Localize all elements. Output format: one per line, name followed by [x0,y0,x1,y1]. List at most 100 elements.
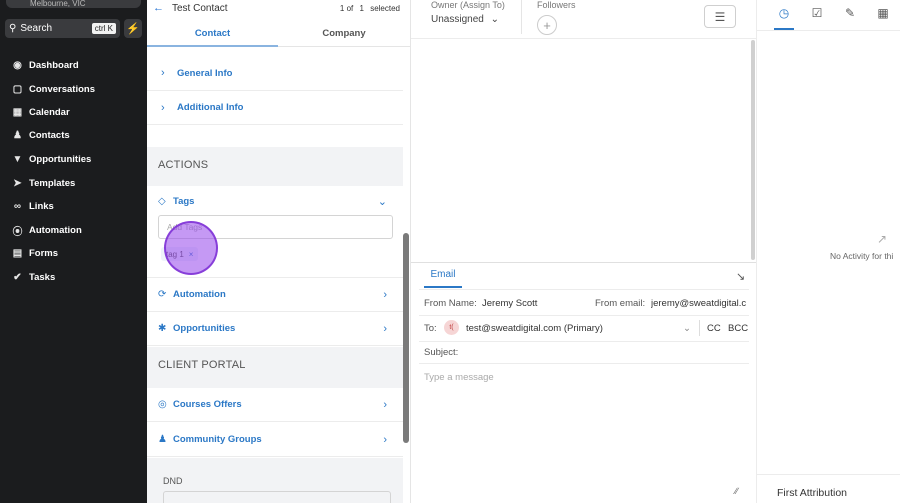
chevron-down-icon: ⌄ [377,195,387,208]
divider [419,363,749,364]
tags-section[interactable]: ◇ Tags ⌄ [147,186,403,216]
pen-icon[interactable]: ✎ [841,6,859,24]
add-follower-button[interactable]: + [537,15,557,35]
from-email-value: jeremy@sweatdigital.c [651,298,747,309]
pager-total: 1 [359,3,364,13]
section-additional-info[interactable]: › Additional Info [147,91,403,125]
dnd-select[interactable] [163,491,391,503]
portal-courses-offers[interactable]: ◎ Courses Offers › [147,388,403,422]
subject-label: Subject: [424,347,459,358]
sidebar-item-automation[interactable]: ⦿ Automation [12,222,82,238]
search-label: Search [20,23,53,34]
action-label: Automation [173,289,226,300]
sidebar-item-label: Contacts [29,129,70,141]
quick-action-button[interactable]: ⚡ [124,19,142,38]
calendar-icon: ▦ [12,106,23,118]
pager-of: of [346,3,354,13]
sidebar-item-label: Automation [29,224,82,236]
sidebar-item-tasks[interactable]: ✔ Tasks [12,269,55,285]
person-icon: ♟ [13,129,22,141]
funnel-icon: ▼ [12,153,23,165]
chevron-right-icon: › [383,322,387,335]
from-name-label: From Name: [424,298,477,309]
first-attribution-heading[interactable]: First Attribution [777,487,847,499]
form-icon: ▤ [12,247,23,259]
tab-company[interactable]: Company [278,22,410,47]
contact-panel-scrollbar[interactable] [403,233,409,443]
resize-handle-icon[interactable]: ∕∕ [735,486,738,496]
bcc-button[interactable]: BCC [728,323,748,334]
courses-icon: ◎ [158,399,167,410]
chevron-right-icon: › [383,288,387,301]
divider [699,320,700,336]
conversation-panel: Owner (Assign To) Unassigned ⌄ Followers… [410,0,756,503]
pager-current: 1 [339,3,345,13]
action-opportunities[interactable]: ✱ Opportunities › [147,312,403,346]
sidebar-item-calendar[interactable]: ▦ Calendar [12,104,70,120]
automation-icon: ⦿ [12,226,23,238]
chevron-right-icon: › [383,398,387,411]
location-switcher[interactable]: Melbourne, VIC [6,0,141,8]
tab-email[interactable]: Email [424,264,462,288]
close-icon[interactable]: × [189,250,194,259]
opportunities-icon: ✱ [158,323,167,334]
from-email-label: From email: [595,298,646,309]
filter-icon: ☰ [714,9,726,24]
dashboard-icon: ◉ [13,59,22,71]
send-icon: ➤ [13,177,22,189]
composer-divider [411,262,756,263]
check-circle-icon: ✔ [13,271,22,283]
sidebar-item-label: Tasks [29,271,56,283]
portal-label: Community Groups [173,434,262,445]
sidebar-item-dashboard[interactable]: ◉ Dashboard [12,57,79,73]
tags-input[interactable]: Add Tags [158,215,393,239]
clock-icon[interactable]: ◷ [775,6,793,24]
owner-select[interactable]: Unassigned ⌄ [431,14,499,25]
divider [419,315,749,316]
contact-details-panel: ← Test Contact 1 of 1 selected Contact C… [147,0,410,503]
sidebar-item-forms[interactable]: ▤ Forms [12,245,58,261]
chevron-down-icon[interactable]: ⌄ [683,323,691,334]
conversation-scrollbar[interactable] [751,40,755,260]
sidebar-item-opportunities[interactable]: ▼ Opportunities [12,151,92,167]
sidebar-item-conversations[interactable]: ▢ Conversations [12,81,95,97]
collapse-icon[interactable]: ↘ [736,270,745,283]
divider [757,474,900,475]
actions-header: ACTIONS [147,147,403,186]
sidebar-item-label: Conversations [29,83,95,95]
search-button[interactable]: ⚲ Search ctrl K [5,19,120,38]
tab-contact[interactable]: Contact [147,22,278,47]
checkbox-icon[interactable]: ☑ [808,6,826,24]
filter-button[interactable]: ☰ [704,5,736,28]
search-icon: ⚲ [9,23,17,34]
sidebar-item-label: Forms [29,247,59,259]
divider [419,341,749,342]
sidebar: Melbourne, VIC ⚲ Search ctrl K ⚡ ◉ Dashbo… [0,0,147,503]
tag-chip-label: tag 1 [166,249,184,259]
owner-label: Owner (Assign To) [431,0,505,10]
contact-header: ← Test Contact 1 of 1 selected [147,0,403,16]
automation-icon: ⟳ [158,289,167,300]
dnd-label: DND [163,476,183,486]
portal-community-groups[interactable]: ♟ Community Groups › [147,423,403,457]
cc-button[interactable]: CC [707,323,721,334]
sidebar-item-label: Calendar [29,106,70,118]
sidebar-item-templates[interactable]: ➤ Templates [12,175,75,191]
to-select[interactable]: test@sweatdigital.com (Primary) [466,323,603,334]
followers-label: Followers [537,0,576,10]
to-label: To: [424,323,437,334]
sidebar-item-links[interactable]: ∞ Links [12,198,54,214]
back-arrow-icon[interactable]: ← [153,2,164,14]
recipient-avatar: t( [444,320,459,335]
tags-label: Tags [173,195,195,207]
action-automation[interactable]: ⟳ Automation › [147,278,403,312]
subject-input[interactable] [471,344,746,360]
section-general-info[interactable]: › General Info [147,56,403,91]
calendar-icon[interactable]: ▦ [874,6,892,24]
contact-name: Test Contact [172,2,228,14]
search-shortcut: ctrl K [91,23,116,34]
chevron-right-icon: › [383,433,387,446]
message-input[interactable]: Type a message [424,372,494,383]
tag-chip[interactable]: tag 1 × [161,247,199,261]
sidebar-item-contacts[interactable]: ♟ Contacts [12,127,70,143]
